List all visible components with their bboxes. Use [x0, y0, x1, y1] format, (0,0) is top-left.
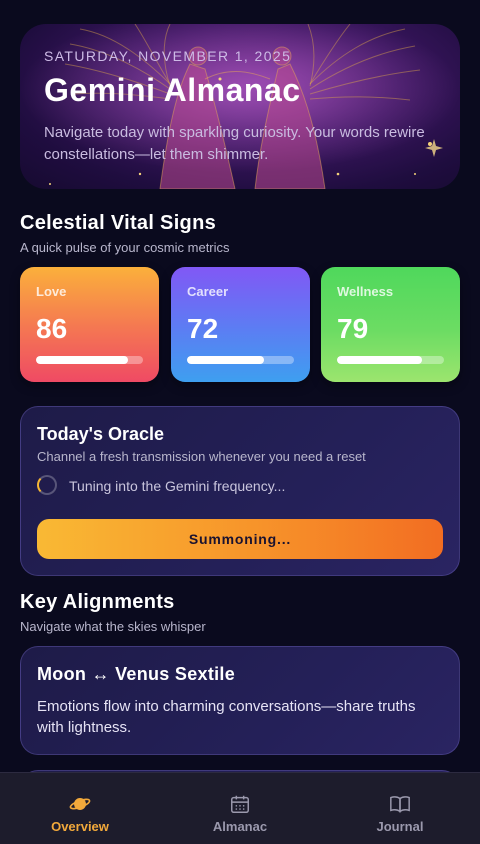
- alignments-section-title: Key Alignments: [20, 591, 175, 613]
- alignment-description: Emotions flow into charming conversation…: [37, 698, 416, 736]
- metric-card-career[interactable]: Career 72: [171, 267, 310, 382]
- hero-date: Saturday, November 1, 2025: [44, 48, 292, 64]
- metric-card-love[interactable]: Love 86: [20, 267, 159, 382]
- nav-item-overview[interactable]: Overview: [0, 773, 160, 844]
- metric-value: 79: [337, 313, 369, 344]
- metric-value: 86: [36, 313, 68, 344]
- metric-label: Career: [187, 284, 229, 299]
- nav-label: Almanac: [212, 819, 268, 834]
- metric-progress-fill: [187, 356, 265, 364]
- metric-card-wellness[interactable]: Wellness 79: [321, 267, 460, 382]
- book-icon: [390, 796, 410, 813]
- metric-progress-track: [337, 356, 444, 364]
- loading-spinner-icon: [37, 475, 57, 495]
- oracle-title: Today's Oracle: [37, 424, 165, 444]
- metric-label: Wellness: [337, 284, 394, 299]
- nav-label: Journal: [376, 819, 424, 834]
- hero-banner: Saturday, November 1, 2025 Gemini Almana…: [20, 24, 460, 189]
- vitals-section-title: Celestial Vital Signs: [20, 212, 217, 234]
- alignments-section-subtitle: Navigate what the skies whisper: [20, 619, 206, 634]
- vitals-section-subtitle: A quick pulse of your cosmic metrics: [20, 240, 230, 255]
- nav-item-almanac[interactable]: Almanac: [160, 773, 320, 844]
- metric-progress-track: [36, 356, 143, 364]
- app-screen: Saturday, November 1, 2025 Gemini Almana…: [0, 0, 480, 844]
- metric-value: 72: [187, 313, 219, 344]
- oracle-status-text: Tuning into the Gemini frequency...: [69, 478, 286, 494]
- page-title: Gemini Almanac: [44, 72, 301, 108]
- metric-label: Love: [36, 284, 67, 299]
- oracle-subtitle: Channel a fresh transmission whenever yo…: [37, 449, 366, 464]
- hero-description: Navigate today with sparkling curiosity.…: [44, 124, 425, 163]
- alignment-title: Moon ↔ Venus Sextile: [37, 664, 236, 684]
- calendar-icon: [231, 795, 249, 813]
- metric-progress-fill: [337, 356, 422, 364]
- bottom-nav: Overview Almanac Journal: [0, 772, 480, 844]
- metric-progress-fill: [36, 356, 129, 364]
- planet-icon: [69, 798, 91, 810]
- alignment-card[interactable]: Moon ↔ Venus Sextile Emotions flow into …: [20, 646, 460, 755]
- nav-item-journal[interactable]: Journal: [320, 773, 480, 844]
- nav-label: Overview: [51, 819, 109, 834]
- summon-oracle-button[interactable]: Summoning...: [37, 519, 443, 559]
- oracle-card: Today's Oracle Channel a fresh transmiss…: [20, 406, 460, 576]
- metric-progress-track: [187, 356, 294, 364]
